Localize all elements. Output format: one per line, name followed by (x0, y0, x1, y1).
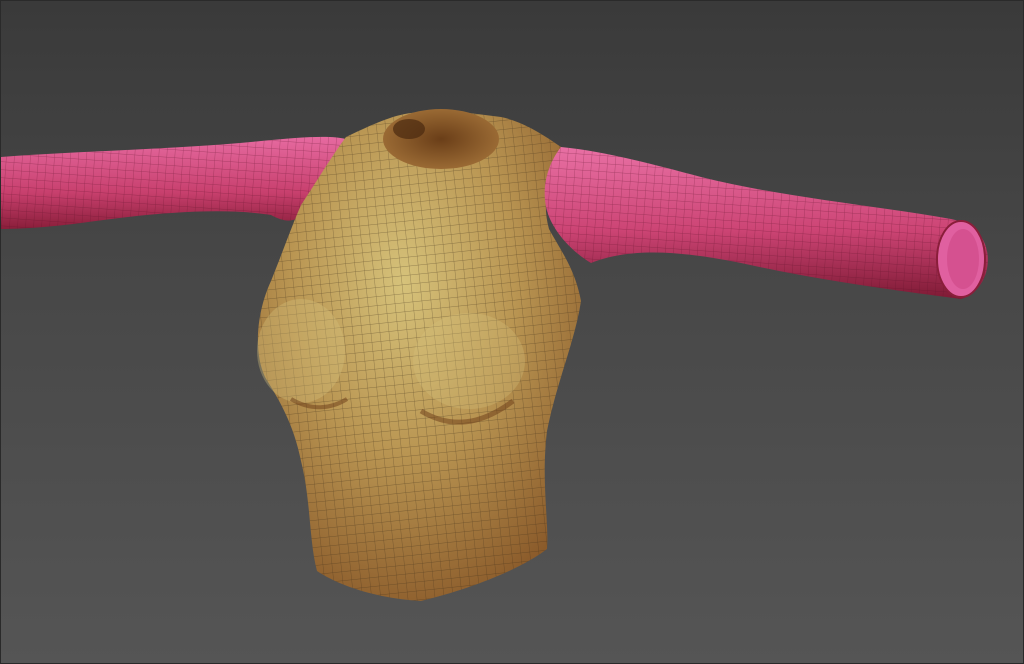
3d-viewport[interactable] (0, 0, 1024, 664)
right-sleeve[interactable] (544, 147, 988, 299)
viewport-canvas[interactable] (1, 1, 1024, 664)
neck-opening (383, 109, 499, 169)
left-sleeve[interactable] (1, 136, 346, 229)
